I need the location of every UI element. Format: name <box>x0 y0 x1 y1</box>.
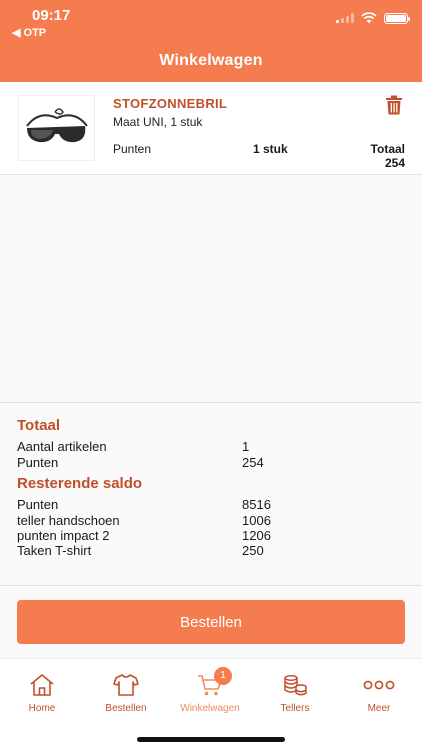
tab-bestellen[interactable]: Bestellen <box>84 673 168 714</box>
status-icons <box>336 12 410 24</box>
tab-label: Home <box>28 703 56 714</box>
more-icon <box>363 680 395 690</box>
balance-label: Taken T-shirt <box>17 543 92 558</box>
trash-icon[interactable] <box>385 95 403 115</box>
tab-label: Tellers <box>280 703 310 714</box>
balance-value: 1006 <box>242 513 271 528</box>
balance-value: 8516 <box>242 497 271 512</box>
remaining-balance-title: Resterende saldo <box>17 475 143 492</box>
product-image <box>18 95 95 161</box>
tab-label: Meer <box>367 703 391 714</box>
signal-icon <box>336 13 354 23</box>
balance-row: punten impact 2 1206 <box>17 528 397 544</box>
coins-icon <box>284 675 307 696</box>
tab-label: Winkelwagen <box>180 703 240 714</box>
balance-row: Punten 8516 <box>17 497 397 513</box>
summary-row: Aantal artikelen 1 <box>17 439 397 455</box>
cart-count-badge: 1 <box>214 667 232 685</box>
tab-winkelwagen[interactable]: 1 Winkelwagen <box>168 667 252 714</box>
status-time: 09:17 <box>32 7 71 24</box>
sunglasses-icon <box>26 108 88 143</box>
balance-value: 250 <box>242 543 264 558</box>
page-title: Winkelwagen <box>159 52 263 69</box>
item-total: Totaal 254 <box>370 142 405 170</box>
tab-meer[interactable]: Meer <box>337 673 421 714</box>
app-header: 09:17 ◀ OTP Winkelwagen <box>0 0 422 82</box>
item-quantity: 1 stuk <box>253 142 288 156</box>
summary-value: 1 <box>242 439 250 454</box>
total-section-title: Totaal <box>17 417 61 434</box>
battery-icon <box>384 12 410 24</box>
back-to-app-link[interactable]: ◀ OTP <box>12 26 46 39</box>
tab-label: Bestellen <box>105 703 147 714</box>
balance-label: punten impact 2 <box>17 528 110 543</box>
cart-item[interactable]: STOFZONNEBRIL Maat UNI, 1 stuk Punten 1 … <box>0 82 422 175</box>
balance-row: teller handschoen 1006 <box>17 513 397 529</box>
balance-value: 1206 <box>242 528 271 543</box>
product-variant: Maat UNI, 1 stuk <box>113 115 203 129</box>
summary-value: 254 <box>242 455 264 470</box>
order-summary: Totaal Aantal artikelen 1 Punten 254 Res… <box>0 402 422 586</box>
summary-row: Punten 254 <box>17 455 397 471</box>
summary-label: Aantal artikelen <box>17 439 107 454</box>
points-label: Punten <box>113 142 152 156</box>
wifi-icon <box>361 12 377 24</box>
balance-label: Punten <box>17 497 59 512</box>
item-details-row: Punten 1 stuk Totaal 254 <box>113 142 405 170</box>
shirt-icon <box>113 674 139 696</box>
balance-row: Taken T-shirt 250 <box>17 543 397 559</box>
order-button[interactable]: Bestellen <box>17 600 405 644</box>
tab-tellers[interactable]: Tellers <box>253 673 337 714</box>
tab-home[interactable]: Home <box>0 673 84 714</box>
balance-label: teller handschoen <box>17 513 120 528</box>
home-icon <box>30 673 54 696</box>
summary-label: Punten <box>17 455 59 470</box>
home-indicator <box>137 737 285 742</box>
product-name[interactable]: STOFZONNEBRIL <box>113 96 227 111</box>
